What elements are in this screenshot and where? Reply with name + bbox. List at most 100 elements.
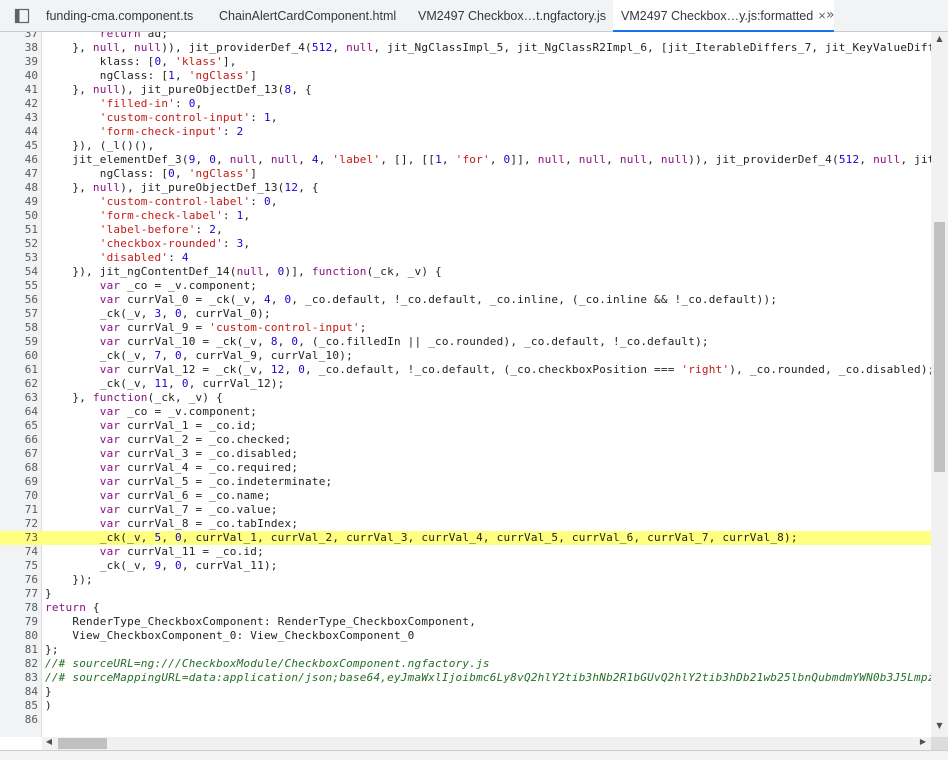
code-line[interactable]: 58 var currVal_9 = 'custom-control-input…	[0, 321, 931, 335]
line-number[interactable]: 70	[0, 489, 38, 503]
line-number[interactable]: 71	[0, 503, 38, 517]
code-line[interactable]: 71 var currVal_7 = _co.value;	[0, 503, 931, 517]
line-number[interactable]: 42	[0, 97, 38, 111]
line-number[interactable]: 79	[0, 615, 38, 629]
line-number[interactable]: 53	[0, 251, 38, 265]
code-line[interactable]: 63 }, function(_ck, _v) {	[0, 391, 931, 405]
line-number[interactable]: 62	[0, 377, 38, 391]
line-number[interactable]: 60	[0, 349, 38, 363]
line-number[interactable]: 37	[0, 32, 38, 41]
line-number[interactable]: 66	[0, 433, 38, 447]
line-number[interactable]: 85	[0, 699, 38, 713]
code-line[interactable]: 74 var currVal_11 = _co.id;	[0, 545, 931, 559]
code-line[interactable]: 67 var currVal_3 = _co.disabled;	[0, 447, 931, 461]
tab-funding-cma[interactable]: funding-cma.component.ts	[46, 0, 193, 31]
close-icon[interactable]: ×	[818, 8, 826, 23]
line-number[interactable]: 73	[0, 531, 38, 545]
line-number[interactable]: 86	[0, 713, 38, 727]
code-line[interactable]: 80 View_CheckboxComponent_0: View_Checkb…	[0, 629, 931, 643]
horizontal-scrollbar[interactable]: ◀ ▶	[42, 737, 931, 750]
code-line[interactable]: 40 ngClass: [1, 'ngClass']	[0, 69, 931, 83]
line-number[interactable]: 45	[0, 139, 38, 153]
line-number[interactable]: 67	[0, 447, 38, 461]
code-line[interactable]: 81};	[0, 643, 931, 657]
code-line[interactable]: 77}	[0, 587, 931, 601]
code-line[interactable]: 37 return ad;	[0, 32, 931, 41]
code-editor[interactable]: 37 return ad; 38 }, null, null)), jit_pro…	[0, 32, 931, 737]
triangle-right-icon[interactable]: ▶	[918, 737, 928, 746]
code-line[interactable]: 82 //# sourceURL=ng:///CheckboxModule/Che…	[0, 657, 931, 671]
code-line[interactable]: 78 return {	[0, 601, 931, 615]
code-line[interactable]: 53 'disabled': 4	[0, 251, 931, 265]
code-line[interactable]: 45 }), (_l()(),	[0, 139, 931, 153]
code-line[interactable]: 65 var currVal_1 = _co.id;	[0, 419, 931, 433]
line-number[interactable]: 84	[0, 685, 38, 699]
line-number[interactable]: 47	[0, 167, 38, 181]
code-line[interactable]: 84}	[0, 685, 931, 699]
code-line[interactable]: 72 var currVal_8 = _co.tabIndex;	[0, 517, 931, 531]
code-line[interactable]: 64 var _co = _v.component;	[0, 405, 931, 419]
code-line[interactable]: 59 var currVal_10 = _ck(_v, 8, 0, (_co.f…	[0, 335, 931, 349]
code-line[interactable]: 83 //# sourceMappingURL=data:application/…	[0, 671, 931, 685]
line-number[interactable]: 44	[0, 125, 38, 139]
line-number[interactable]: 78	[0, 601, 38, 615]
code-line[interactable]: 61 var currVal_12 = _ck(_v, 12, 0, _co.d…	[0, 363, 931, 377]
code-line[interactable]: 51 'label-before': 2,	[0, 223, 931, 237]
code-line[interactable]: 42 'filled-in': 0,	[0, 97, 931, 111]
code-line[interactable]: 68 var currVal_4 = _co.required;	[0, 461, 931, 475]
line-number[interactable]: 55	[0, 279, 38, 293]
tab-chain-alert-card[interactable]: ChainAlertCardComponent.html	[219, 0, 396, 31]
line-number[interactable]: 50	[0, 209, 38, 223]
line-number[interactable]: 64	[0, 405, 38, 419]
code-line[interactable]: 38 }, null, null)), jit_providerDef_4(51…	[0, 41, 931, 55]
line-number[interactable]: 40	[0, 69, 38, 83]
code-line[interactable]: 86	[0, 713, 931, 727]
line-number[interactable]: 49	[0, 195, 38, 209]
chevron-double-right-icon[interactable]: »	[826, 0, 835, 30]
line-number[interactable]: 43	[0, 111, 38, 125]
line-number[interactable]: 83	[0, 671, 38, 685]
code-line[interactable]: 57 _ck(_v, 3, 0, currVal_0);	[0, 307, 931, 321]
code-line[interactable]: 54 }), jit_ngContentDef_14(null, 0)], fu…	[0, 265, 931, 279]
line-number[interactable]: 61	[0, 363, 38, 377]
code-line[interactable]: 41 }, null), jit_pureObjectDef_13(8, {	[0, 83, 931, 97]
code-line[interactable]: 46 jit_elementDef_3(9, 0, null, null, 4,…	[0, 153, 931, 167]
code-line[interactable]: 75 _ck(_v, 9, 0, currVal_11);	[0, 559, 931, 573]
code-line[interactable]: 76 });	[0, 573, 931, 587]
line-number[interactable]: 46	[0, 153, 38, 167]
triangle-up-icon[interactable]: ▲	[931, 34, 948, 43]
line-number[interactable]: 65	[0, 419, 38, 433]
line-number[interactable]: 68	[0, 461, 38, 475]
code-line[interactable]: 69 var currVal_5 = _co.indeterminate;	[0, 475, 931, 489]
triangle-left-icon[interactable]: ◀	[44, 737, 54, 746]
line-number[interactable]: 51	[0, 223, 38, 237]
line-number[interactable]: 74	[0, 545, 38, 559]
line-number[interactable]: 76	[0, 573, 38, 587]
line-number[interactable]: 38	[0, 41, 38, 55]
code-line[interactable]: 60 _ck(_v, 7, 0, currVal_9, currVal_10);	[0, 349, 931, 363]
code-line[interactable]: 52 'checkbox-rounded': 3,	[0, 237, 931, 251]
line-number[interactable]: 63	[0, 391, 38, 405]
code-line[interactable]: 43 'custom-control-input': 1,	[0, 111, 931, 125]
code-line[interactable]: 85)	[0, 699, 931, 713]
code-line[interactable]: 56 var currVal_0 = _ck(_v, 4, 0, _co.def…	[0, 293, 931, 307]
line-number[interactable]: 81	[0, 643, 38, 657]
code-line[interactable]: 48 }, null), jit_pureObjectDef_13(12, {	[0, 181, 931, 195]
tab-checkbox-formatted[interactable]: VM2497 Checkbox…y.js:formatted ×	[613, 0, 834, 32]
line-number[interactable]: 56	[0, 293, 38, 307]
code-line[interactable]: 49 'custom-control-label': 0,	[0, 195, 931, 209]
tab-checkbox-ngfactory[interactable]: VM2497 Checkbox…t.ngfactory.js	[418, 0, 606, 31]
line-number[interactable]: 59	[0, 335, 38, 349]
line-number[interactable]: 54	[0, 265, 38, 279]
line-number[interactable]: 69	[0, 475, 38, 489]
vertical-scrollbar[interactable]: ▲ ▼	[931, 32, 948, 737]
line-number[interactable]: 41	[0, 83, 38, 97]
line-number[interactable]: 52	[0, 237, 38, 251]
code-line[interactable]: 70 var currVal_6 = _co.name;	[0, 489, 931, 503]
vertical-scroll-thumb[interactable]	[934, 222, 945, 472]
line-number[interactable]: 57	[0, 307, 38, 321]
code-line[interactable]: 44 'form-check-input': 2	[0, 125, 931, 139]
triangle-down-icon[interactable]: ▼	[931, 721, 948, 730]
code-line[interactable]: 55 var _co = _v.component;	[0, 279, 931, 293]
code-line[interactable]: 62 _ck(_v, 11, 0, currVal_12);	[0, 377, 931, 391]
